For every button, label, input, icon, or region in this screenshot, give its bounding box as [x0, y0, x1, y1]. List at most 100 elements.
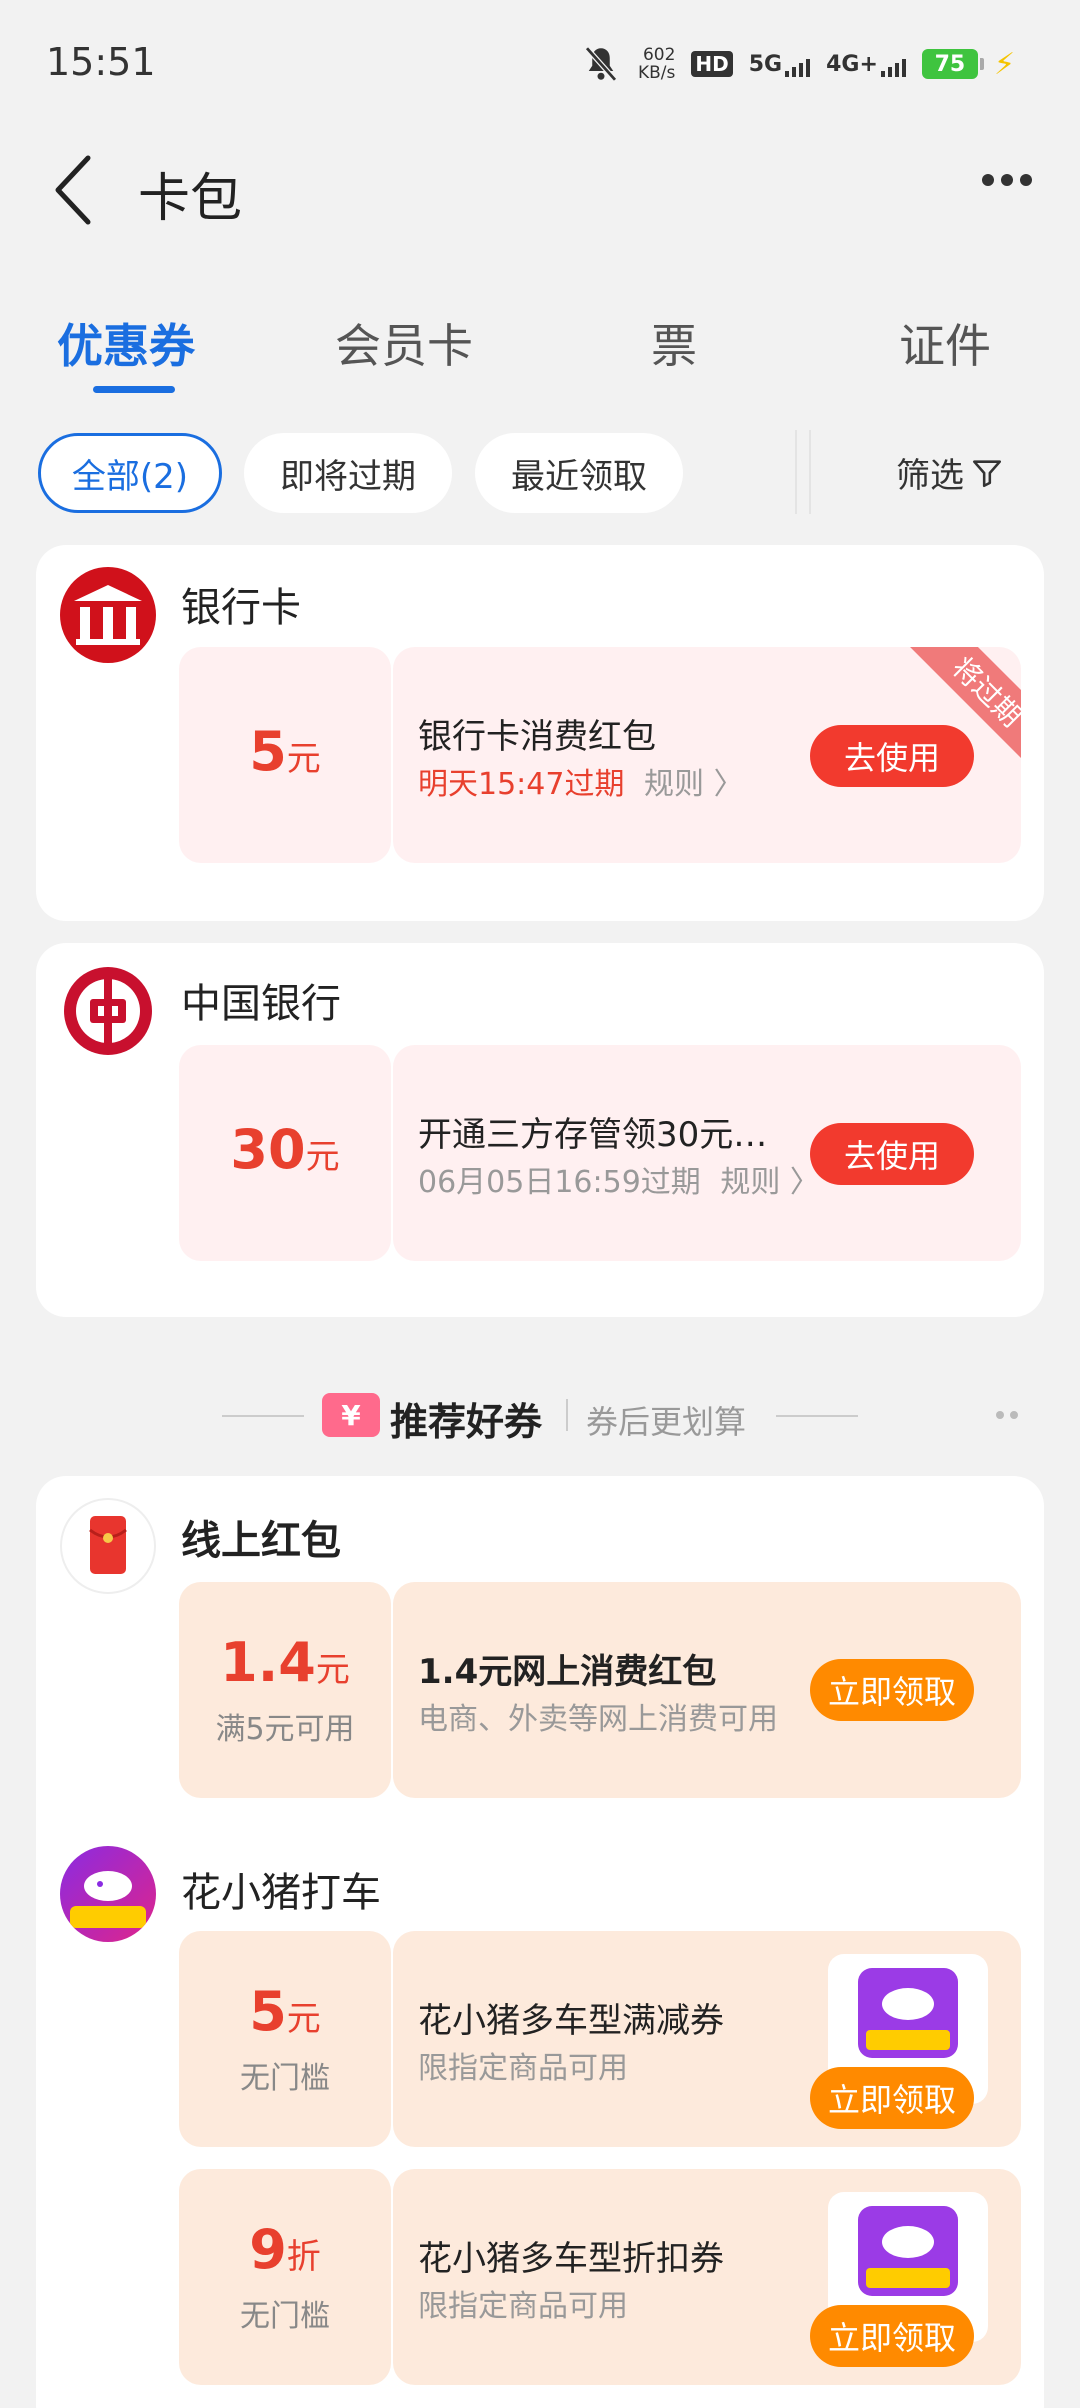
- coupon-title: 花小猪多车型折扣券: [418, 2239, 724, 2279]
- filter-button[interactable]: 筛选: [896, 448, 1004, 497]
- battery-icon: 75: [921, 49, 984, 79]
- status-icons: 602 KB/s HD 5G 4G+ 75 ⚡: [580, 40, 1015, 88]
- yuan-coupon-icon: ¥: [322, 1393, 380, 1437]
- coupon-value-panel: 9折 无门槛: [179, 2169, 391, 2385]
- hd-label: HD: [691, 51, 733, 77]
- coupon-item[interactable]: 9折 无门槛 花小猪多车型折扣券 限指定商品可用 立即领取: [179, 2169, 1021, 2385]
- amount-unit: 元: [305, 1136, 340, 1177]
- network-speed: 602 KB/s: [638, 46, 675, 82]
- tab-coupons[interactable]: 优惠券: [57, 310, 195, 376]
- recommended-coupons-card: 线上红包 1.4元 满5元可用 1.4元网上消费红包 电商、外卖等网上消费可用 …: [36, 1476, 1044, 2408]
- coupon-card-bank-card: 银行卡 5元 银行卡消费红包 明天15:47过期 规则 〉 将过期 去使用: [36, 545, 1044, 921]
- tab-tickets[interactable]: 票: [651, 310, 697, 376]
- sim2-label: 4G+: [826, 51, 878, 77]
- filter-divider: [795, 430, 811, 514]
- amount-value: 1.4: [220, 1630, 316, 1694]
- coupon-condition: 无门槛: [240, 2298, 330, 2334]
- recommend-subtitle: 券后更划算: [586, 1403, 747, 1441]
- amount-value: 30: [230, 1117, 306, 1181]
- merchant-name: 银行卡: [181, 585, 301, 631]
- coupon-expiry: 明天15:47过期: [418, 767, 625, 802]
- battery-level: 75: [934, 51, 966, 77]
- pig-icon: [70, 1871, 146, 1928]
- merchant-name: 花小猪打车: [181, 1870, 381, 1916]
- coupon-condition: 无门槛: [240, 2060, 330, 2096]
- coupon-value-panel: 30元: [179, 1045, 391, 1261]
- app-header: 卡包: [0, 130, 1080, 250]
- coupon-amount: 9折: [249, 2217, 321, 2287]
- amount-unit: 折: [286, 2236, 321, 2277]
- filter-all-chip[interactable]: 全部(2): [38, 433, 222, 513]
- sim1-label: 5G: [748, 51, 783, 77]
- coupon-expiry-row: 明天15:47过期 规则 〉: [418, 759, 744, 803]
- merchant-name: 线上红包: [181, 1518, 341, 1564]
- coupon-title: 1.4元网上消费红包: [418, 1652, 717, 1692]
- tab-ids[interactable]: 证件: [899, 310, 991, 376]
- merchant-name: 中国银行: [181, 981, 341, 1027]
- bank-building-icon: [74, 585, 142, 645]
- back-arrow-icon[interactable]: [50, 150, 100, 230]
- coupon-detail-panel: 银行卡消费红包 明天15:47过期 规则 〉 将过期 去使用: [393, 647, 1021, 863]
- coupon-detail-panel: 花小猪多车型折扣券 限指定商品可用 立即领取: [393, 2169, 1021, 2385]
- mute-bell-icon: [585, 46, 617, 82]
- hd-indicator: HD: [691, 51, 733, 77]
- page-title: 卡包: [138, 169, 243, 229]
- huaxiaozhu-logo: [60, 1846, 156, 1942]
- coupon-description: 电商、外卖等网上消费可用: [418, 1702, 778, 1737]
- filter-recent-chip[interactable]: 最近领取: [475, 433, 683, 513]
- bank-card-logo: [60, 567, 156, 663]
- signal-bars-icon: [880, 57, 906, 77]
- claim-coupon-button[interactable]: 立即领取: [810, 2067, 974, 2129]
- coupon-condition: 满5元可用: [215, 1711, 355, 1747]
- claim-coupon-button[interactable]: 立即领取: [810, 1659, 974, 1721]
- recommend-section-header: ¥ 推荐好券 券后更划算: [0, 1385, 1080, 1445]
- rule-label: 规则: [644, 767, 705, 802]
- coupon-value-panel: 5元: [179, 647, 391, 863]
- amount-value: 5: [249, 719, 287, 783]
- status-time: 15:51: [46, 40, 156, 84]
- coupon-rule-link[interactable]: 规则 〉: [644, 767, 744, 802]
- coupon-detail-panel: 花小猪多车型满减券 限指定商品可用 立即领取: [393, 1931, 1021, 2147]
- coupon-value-panel: 5元 无门槛: [179, 1931, 391, 2147]
- funnel-icon: [972, 459, 1002, 487]
- bank-of-china-logo: [60, 963, 156, 1059]
- tab-member-cards[interactable]: 会员卡: [335, 310, 473, 376]
- boc-emblem-icon: [64, 967, 152, 1055]
- amount-unit: 元: [286, 1998, 321, 2039]
- coupon-amount: 1.4元: [220, 1630, 350, 1700]
- coupon-expiry-row: 06月05日16:59过期 规则 〉: [418, 1157, 820, 1201]
- red-envelope-icon: [89, 1516, 127, 1574]
- coupon-item[interactable]: 1.4元 满5元可用 1.4元网上消费红包 电商、外卖等网上消费可用 立即领取: [179, 1582, 1021, 1798]
- coupon-title: 开通三方存管领30元…: [418, 1115, 768, 1155]
- coupon-amount: 30元: [230, 1117, 340, 1187]
- filter-expiring-chip[interactable]: 即将过期: [244, 433, 452, 513]
- amount-value: 9: [249, 2217, 287, 2281]
- amount-value: 5: [249, 1979, 287, 2043]
- divider-line: [776, 1415, 858, 1417]
- use-coupon-button[interactable]: 去使用: [810, 725, 974, 787]
- huaxiaozhu-app-icon: [858, 2206, 958, 2296]
- coupon-item[interactable]: 30元 开通三方存管领30元… 06月05日16:59过期 规则 〉 去使用: [179, 1045, 1021, 1261]
- more-options-icon[interactable]: [982, 174, 1032, 186]
- recommend-separator: [566, 1399, 568, 1431]
- filter-label: 筛选: [896, 456, 964, 496]
- recommend-title: 推荐好券: [390, 1400, 543, 1444]
- coupon-amount: 5元: [249, 1979, 321, 2049]
- coupon-item[interactable]: 5元 银行卡消费红包 明天15:47过期 规则 〉 将过期 去使用: [179, 647, 1021, 863]
- coupon-description: 限指定商品可用: [418, 2289, 628, 2324]
- amount-unit: 元: [286, 738, 321, 779]
- dots-icon[interactable]: [996, 1411, 1018, 1419]
- coupon-value-panel: 1.4元 满5元可用: [179, 1582, 391, 1798]
- claim-coupon-button[interactable]: 立即领取: [810, 2305, 974, 2367]
- divider-line: [222, 1415, 304, 1417]
- coupon-amount: 5元: [249, 719, 321, 789]
- net-speed-unit: KB/s: [638, 63, 676, 83]
- use-coupon-button[interactable]: 去使用: [810, 1123, 974, 1185]
- coupon-rule-link[interactable]: 规则 〉: [720, 1165, 820, 1200]
- coupon-item[interactable]: 5元 无门槛 花小猪多车型满减券 限指定商品可用 立即领取: [179, 1931, 1021, 2147]
- coupon-description: 限指定商品可用: [418, 2051, 628, 2086]
- huaxiaozhu-app-icon: [858, 1968, 958, 2058]
- category-tabs: 优惠券 会员卡 票 证件: [0, 290, 1080, 410]
- chevron-right-icon: 〉: [713, 767, 744, 802]
- coupon-expiry: 06月05日16:59过期: [418, 1165, 701, 1200]
